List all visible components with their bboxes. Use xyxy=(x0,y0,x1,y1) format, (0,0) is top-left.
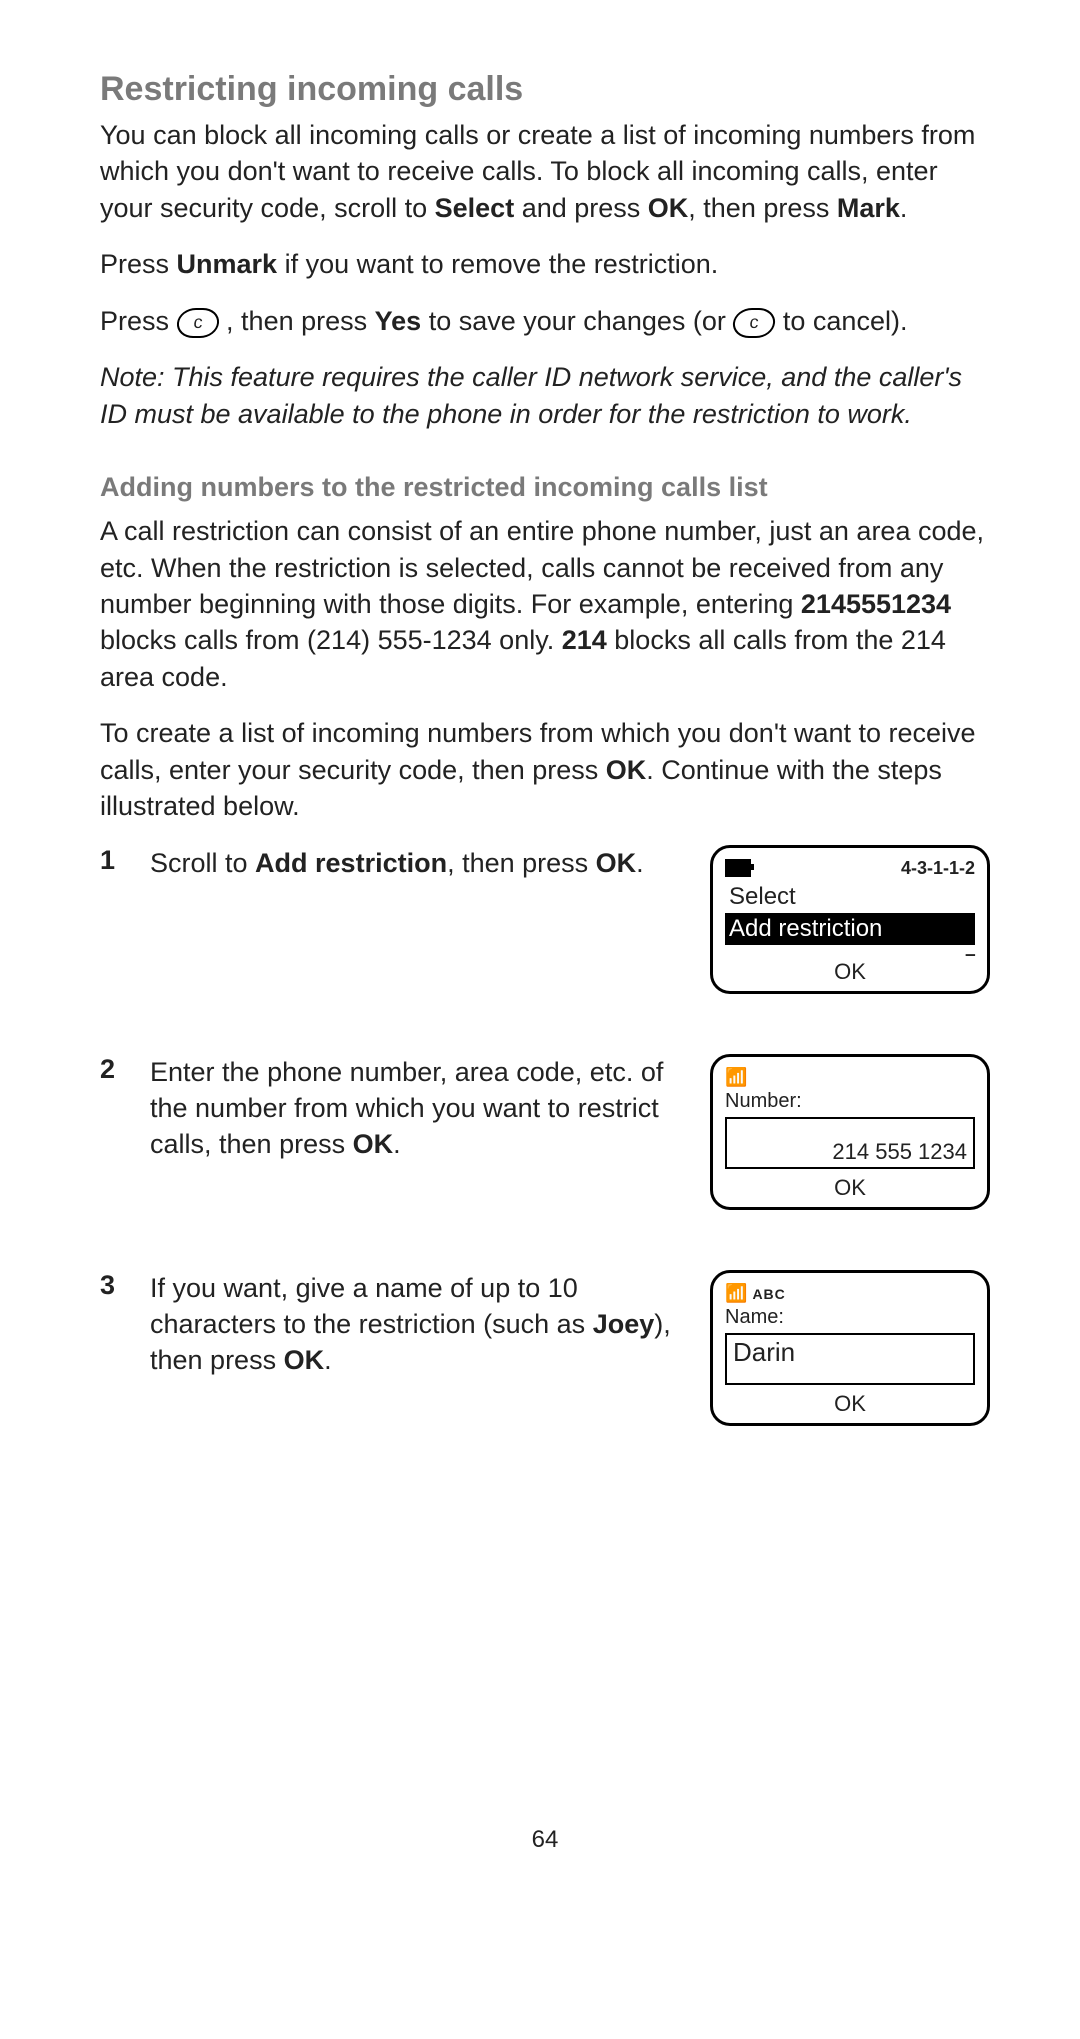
bold-add-restriction: Add restriction xyxy=(255,848,447,878)
text: Scroll to xyxy=(150,848,255,878)
step-1-row: 1 Scroll to Add restriction, then press … xyxy=(100,845,990,994)
phone-screen-1: 4-3-1-1-2 Select Add restriction ▁ OK xyxy=(710,845,990,994)
step-text: If you want, give a name of up to 10 cha… xyxy=(150,1270,690,1379)
step-3-row: 3 If you want, give a name of up to 10 c… xyxy=(100,1270,990,1426)
bold-ok: OK xyxy=(284,1345,325,1375)
paragraph-intro: You can block all incoming calls or crea… xyxy=(100,117,990,226)
phone-softkey: OK xyxy=(725,1175,975,1201)
bold-select: Select xyxy=(435,193,515,223)
text: Add restriction xyxy=(729,915,882,942)
step-text: Scroll to Add restriction, then press OK… xyxy=(150,845,690,881)
text: if you want to remove the restriction. xyxy=(277,249,718,279)
text: to cancel). xyxy=(783,306,908,336)
note-paragraph: Note: This feature requires the caller I… xyxy=(100,359,990,432)
page-number: 64 xyxy=(100,1826,990,1854)
step-number: 1 xyxy=(100,845,130,876)
text: , then press xyxy=(447,848,596,878)
phone-softkey: OK xyxy=(725,959,975,985)
text: If you want, give a name of up to 10 cha… xyxy=(150,1273,593,1339)
bold-ok: OK xyxy=(606,755,647,785)
phone-topbar: 📶 ABC xyxy=(725,1283,975,1304)
paragraph-unmark: Press Unmark if you want to remove the r… xyxy=(100,246,990,282)
phone-menu-item: Select xyxy=(725,881,975,913)
antenna-icon: 📶 xyxy=(725,1067,747,1088)
manual-page: Restricting incoming calls You can block… xyxy=(0,0,1080,1914)
text: to save your changes (or xyxy=(421,306,733,336)
bold-yes: Yes xyxy=(375,306,422,336)
text: and press xyxy=(514,193,648,223)
bold-joey: Joey xyxy=(593,1309,655,1339)
bold-unmark: Unmark xyxy=(177,249,278,279)
phone-number-input: 214 555 1234 xyxy=(725,1117,975,1169)
c-key-icon: c xyxy=(732,308,777,338)
text: . xyxy=(636,848,644,878)
text: . xyxy=(393,1129,401,1159)
menu-path: 4-3-1-1-2 xyxy=(901,858,975,879)
phone-screen-3: 📶 ABC Name: Darin OK xyxy=(710,1270,990,1426)
text: blocks calls from (214) 555-1234 only. xyxy=(100,625,562,655)
phone-field-label: Name: xyxy=(725,1306,975,1329)
text: Press xyxy=(100,249,177,279)
text: . xyxy=(324,1345,332,1375)
phone-topbar: 4-3-1-1-2 xyxy=(725,858,975,879)
step-text: Enter the phone number, area code, etc. … xyxy=(150,1054,690,1163)
scroll-indicator-icon: ▁ xyxy=(725,945,975,953)
battery-icon xyxy=(725,859,751,877)
text: Press xyxy=(100,306,177,336)
phone-screen-2: 📶 Number: 214 555 1234 OK xyxy=(710,1054,990,1210)
text: , then press xyxy=(688,193,837,223)
paragraph-restriction-explain: A call restriction can consist of an ent… xyxy=(100,513,990,695)
phone-menu-item-selected: Add restriction xyxy=(725,913,975,945)
subsection-title: Adding numbers to the restricted incomin… xyxy=(100,472,990,503)
step-2-row: 2 Enter the phone number, area code, etc… xyxy=(100,1054,990,1210)
phone-softkey: OK xyxy=(725,1391,975,1417)
bold-ok: OK xyxy=(353,1129,394,1159)
phone-field-label: Number: xyxy=(725,1090,975,1113)
text: , then press xyxy=(226,306,375,336)
step-number: 2 xyxy=(100,1054,130,1085)
bold-number-full: 2145551234 xyxy=(801,589,951,619)
bold-ok: OK xyxy=(596,848,637,878)
text: Enter the phone number, area code, etc. … xyxy=(150,1057,663,1160)
text: . xyxy=(900,193,908,223)
c-key-icon: c xyxy=(175,308,220,338)
step-number: 3 xyxy=(100,1270,130,1301)
paragraph-save: Press c , then press Yes to save your ch… xyxy=(100,303,990,339)
bold-ok: OK xyxy=(648,193,689,223)
paragraph-create-list: To create a list of incoming numbers fro… xyxy=(100,715,990,824)
bold-mark: Mark xyxy=(837,193,900,223)
text-mode-indicator: 📶 ABC xyxy=(725,1283,786,1304)
phone-topbar: 📶 xyxy=(725,1067,975,1088)
phone-name-input: Darin xyxy=(725,1333,975,1385)
bold-number-area: 214 xyxy=(562,625,607,655)
section-title: Restricting incoming calls xyxy=(100,70,990,109)
